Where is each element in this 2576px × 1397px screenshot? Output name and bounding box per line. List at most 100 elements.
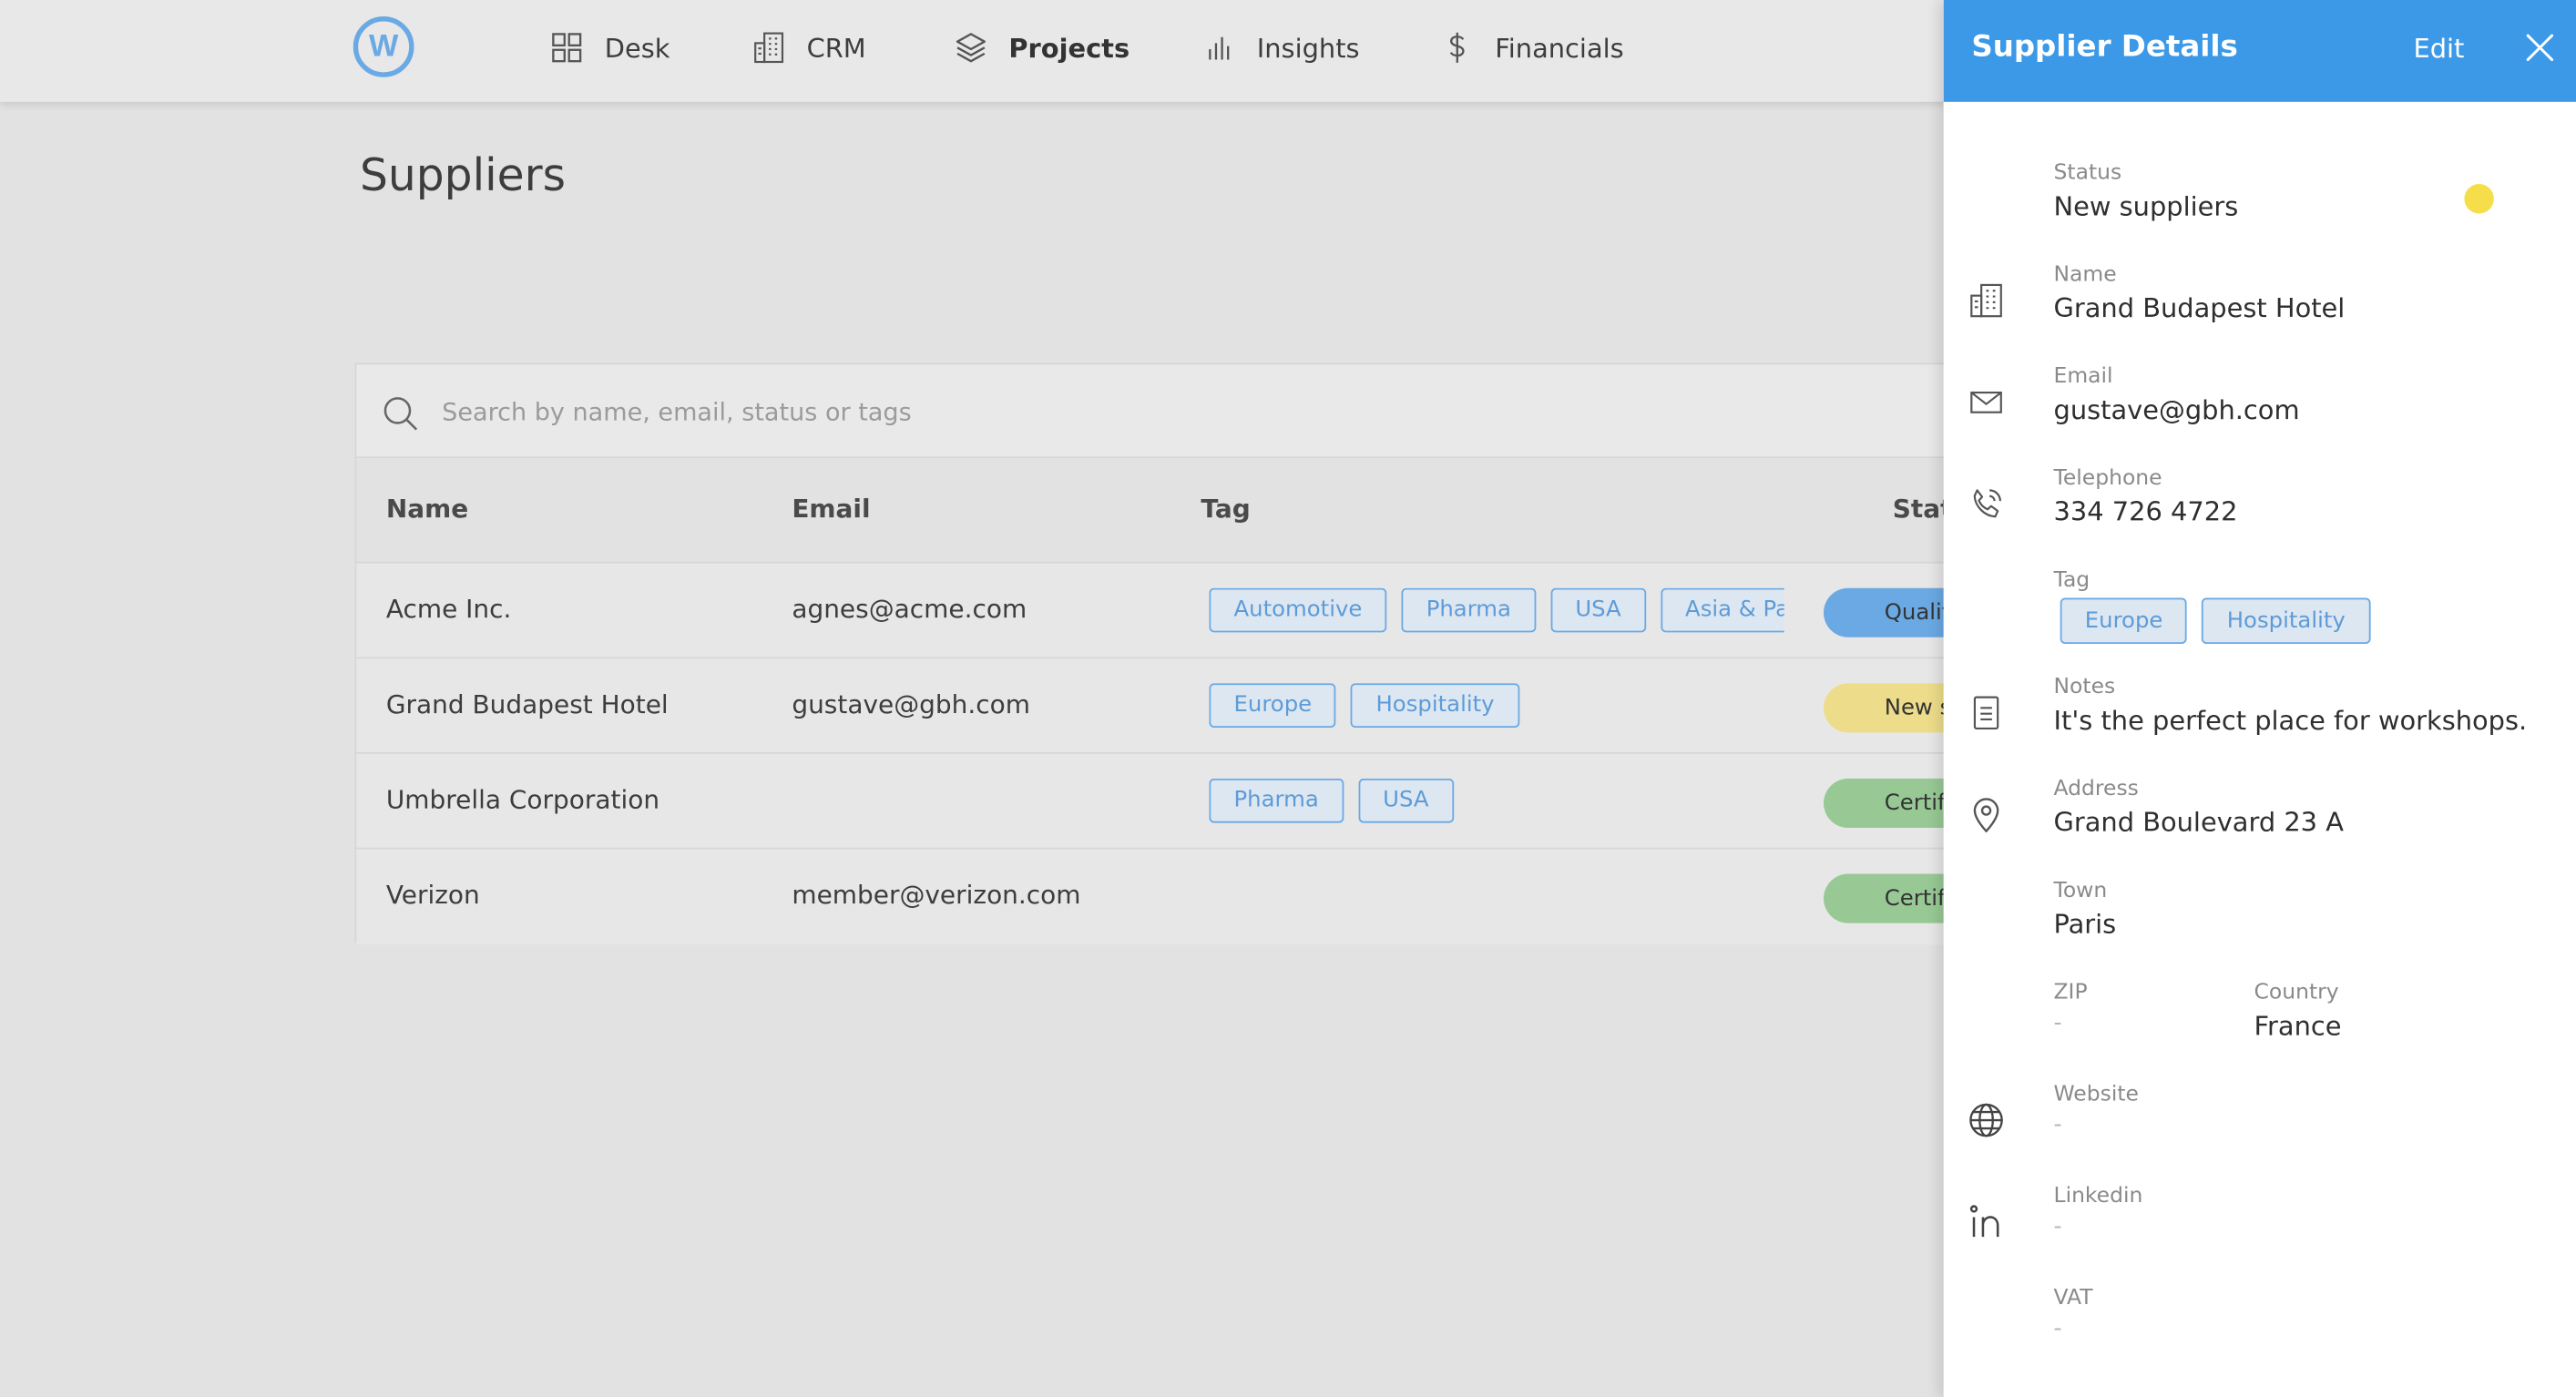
status-dot: [2464, 184, 2494, 214]
envelope-icon: [1967, 382, 2006, 422]
nav-item-financials[interactable]: Financials: [1439, 26, 1624, 69]
row-name: Umbrella Corporation: [385, 785, 660, 815]
field-label: Name: [2053, 262, 2117, 288]
row-email: agnes@acme.com: [792, 594, 1027, 625]
table-header: Name Email Tag Status: [356, 458, 1997, 564]
search-bar: [356, 364, 1997, 459]
field-value: Grand Boulevard 23 A: [2053, 806, 2344, 838]
tag-chip[interactable]: Pharma: [1401, 587, 1537, 633]
edit-button[interactable]: Edit: [2413, 33, 2464, 64]
field-value: -: [2053, 1010, 2062, 1037]
field-label: ZIP: [2053, 980, 2088, 1005]
field-value: Paris: [2053, 908, 2117, 940]
field-value: -: [2053, 1213, 2062, 1240]
row-email: gustave@gbh.com: [792, 689, 1030, 719]
globe-icon: [1967, 1100, 2006, 1139]
table-row[interactable]: Verizon member@verizon.com Certified: [356, 849, 2054, 945]
field-label: Country: [2254, 980, 2339, 1005]
tag-chip[interactable]: USA: [1550, 587, 1646, 633]
field-label: Website: [2053, 1082, 2139, 1107]
field-town: Town Paris: [2054, 879, 2117, 940]
supplier-details-drawer: Supplier Details Edit Status New supplie…: [1943, 0, 2576, 1397]
field-value: -: [2053, 1315, 2062, 1342]
tag-chip[interactable]: USA: [1358, 778, 1454, 823]
field-vat: VAT -: [2054, 1286, 2093, 1341]
field-label: Status: [2053, 160, 2122, 186]
row-email: member@verizon.com: [792, 880, 1081, 911]
layers-icon: [953, 29, 989, 66]
field-value: France: [2254, 1010, 2342, 1042]
tag-chip[interactable]: Hospitality: [1351, 683, 1519, 728]
tag-chip[interactable]: Automotive: [1209, 587, 1387, 633]
column-header-tag[interactable]: Tag: [1201, 495, 1250, 524]
location-pin-icon: [1967, 795, 2006, 834]
phone-icon: [1967, 484, 2006, 524]
row-name: Acme Inc.: [385, 594, 512, 625]
field-label: Email: [2053, 364, 2113, 390]
field-status: Status New suppliers: [2054, 161, 2239, 222]
nav-item-desk[interactable]: Desk: [548, 26, 670, 69]
tag-chip[interactable]: Europe: [2060, 597, 2188, 645]
field-label: Town: [2053, 878, 2108, 903]
nav-item-label: Desk: [604, 32, 670, 64]
nav-item-label: Projects: [1008, 32, 1130, 64]
field-label: Notes: [2053, 675, 2116, 700]
nav-item-insights[interactable]: Insights: [1201, 26, 1360, 69]
building-icon: [751, 29, 787, 66]
drawer-title: Supplier Details: [1971, 29, 2238, 65]
row-name: Verizon: [385, 880, 480, 911]
field-zip: ZIP -: [2054, 981, 2088, 1036]
search-input[interactable]: [442, 387, 1592, 437]
row-tags: Automotive Pharma USA Asia & Pacific: [1209, 587, 1784, 635]
field-label: Telephone: [2053, 466, 2162, 492]
column-header-email[interactable]: Email: [792, 495, 870, 524]
drawer-tags: Europe Hospitality: [2060, 597, 2370, 645]
table-row[interactable]: Grand Budapest Hotel gustave@gbh.com Eur…: [356, 658, 2054, 754]
field-address: Address Grand Boulevard 23 A: [2054, 777, 2344, 838]
nav-item-crm[interactable]: CRM: [751, 26, 866, 69]
field-website: Website -: [2054, 1083, 2139, 1138]
table-row[interactable]: Acme Inc. agnes@acme.com Automotive Phar…: [356, 563, 2054, 659]
suppliers-table: Name Email Tag Status Acme Inc. agnes@ac…: [354, 362, 2054, 945]
tag-chip[interactable]: Europe: [1209, 683, 1337, 728]
building-icon: [1967, 280, 2006, 320]
field-label: Tag: [2053, 568, 2090, 594]
field-telephone: Telephone 334 726 4722: [2054, 466, 2238, 527]
field-notes: Notes It's the perfect place for worksho…: [2054, 675, 2528, 736]
row-tags: Pharma USA: [1209, 778, 1784, 825]
field-label: Address: [2053, 777, 2139, 802]
nav-item-label: CRM: [806, 32, 866, 64]
field-tag: Tag Europe Hospitality: [2053, 568, 2370, 645]
tag-chip[interactable]: Asia & Pacific: [1660, 587, 1784, 633]
drawer-header: Supplier Details Edit: [1943, 0, 2576, 102]
document-icon: [1967, 693, 2006, 732]
nav-item-label: Insights: [1256, 32, 1360, 64]
table-row[interactable]: Umbrella Corporation Pharma USA Certifie…: [356, 753, 2054, 850]
field-value: It's the perfect place for workshops.: [2053, 704, 2528, 737]
row-tags: Europe Hospitality: [1209, 683, 1784, 729]
field-value[interactable]: 334 726 4722: [2054, 496, 2238, 527]
close-icon[interactable]: [2522, 29, 2559, 66]
bar-chart-icon: [1201, 29, 1237, 66]
field-value: Grand Budapest Hotel: [2053, 292, 2346, 324]
app-logo[interactable]: W: [353, 16, 414, 77]
field-email: Email gustave@gbh.com: [2054, 364, 2300, 425]
field-label: Linkedin: [2053, 1184, 2143, 1209]
column-header-name[interactable]: Name: [386, 495, 468, 524]
field-country: Country France: [2254, 981, 2342, 1042]
nav-item-projects[interactable]: Projects: [953, 26, 1130, 69]
field-value: -: [2053, 1112, 2062, 1138]
field-name: Name Grand Budapest Hotel: [2054, 263, 2346, 324]
tag-chip[interactable]: Pharma: [1209, 778, 1344, 823]
grid-icon: [548, 29, 585, 66]
row-name: Grand Budapest Hotel: [385, 689, 669, 719]
dollar-icon: [1439, 29, 1476, 66]
nav-item-label: Financials: [1495, 32, 1624, 64]
linkedin-icon: [1967, 1202, 2006, 1241]
tag-chip[interactable]: Hospitality: [2202, 597, 2370, 645]
field-value[interactable]: gustave@gbh.com: [2054, 394, 2300, 425]
app-window: W Desk CRM Projects Insights Financials …: [0, 0, 2576, 1397]
field-linkedin: Linkedin -: [2054, 1184, 2143, 1239]
page-title: Suppliers: [359, 150, 567, 202]
field-label: VAT: [2053, 1286, 2093, 1311]
